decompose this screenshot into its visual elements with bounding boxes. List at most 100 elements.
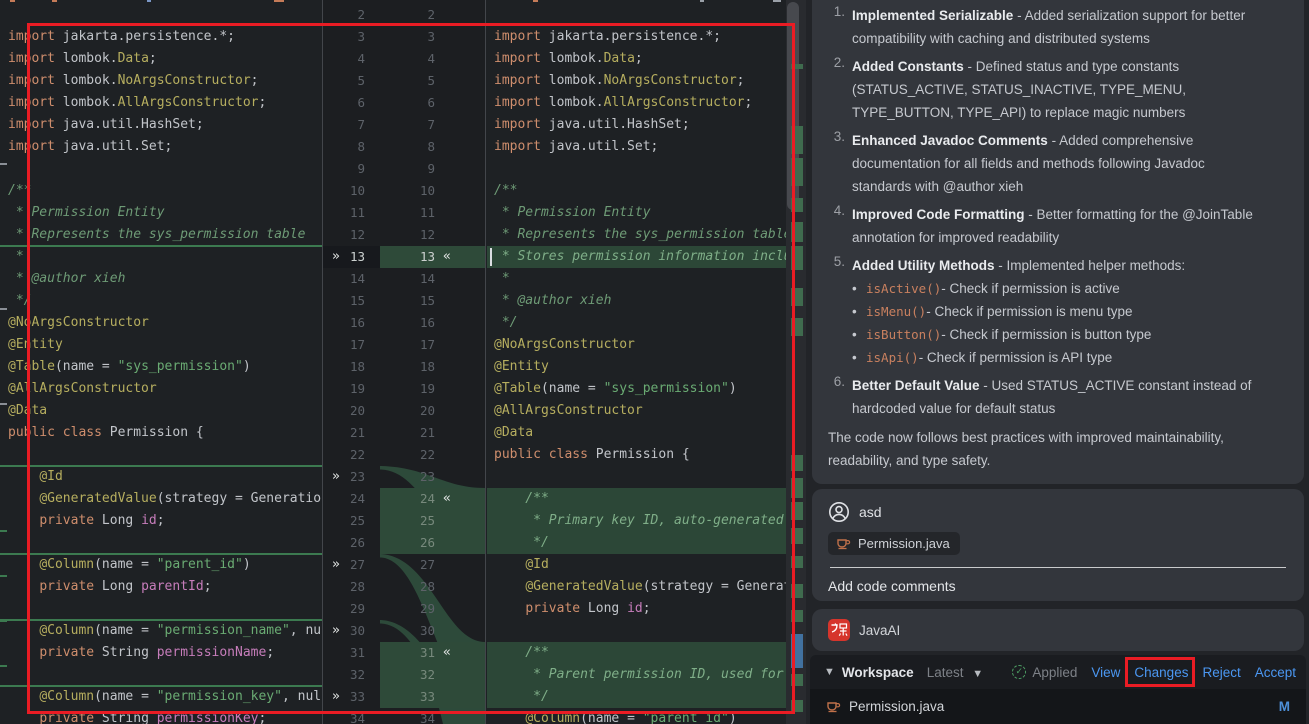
code-line: import java.util.Set; <box>487 136 786 158</box>
line-number-right: 30 <box>420 620 435 642</box>
expand-right-icon[interactable]: » <box>332 620 338 642</box>
code-line: private String permissionKey; <box>0 708 322 724</box>
line-number-right: 19 <box>420 378 435 400</box>
gutter-row: 77 <box>323 114 485 136</box>
code-line: @Id <box>0 466 322 488</box>
changes-link[interactable]: Changes <box>1134 665 1188 680</box>
line-number-right: 2 <box>427 4 435 26</box>
accept-button[interactable]: Accept <box>1255 665 1296 680</box>
code-line: public class Permission { <box>487 444 786 466</box>
diff-left-pane[interactable]: import jakarta.persistence.*;import lomb… <box>0 0 322 724</box>
gutter-row: 28 28 <box>323 576 485 598</box>
line-number-right: 7 <box>427 114 435 136</box>
line-number-right: 29 <box>420 598 435 620</box>
version-dropdown[interactable]: Latest ▼ <box>927 665 983 680</box>
line-number-right: 8 <box>427 136 435 158</box>
code-line: */ <box>487 532 786 554</box>
line-number-right: 34 <box>420 708 435 724</box>
code-line: import java.util.Set; <box>0 136 322 158</box>
line-number-left: 27 <box>350 554 365 576</box>
gutter-row: 2121 <box>323 422 485 444</box>
bullet-dot: • <box>852 323 866 346</box>
code-line: * Represents the sys_permission table <box>0 224 322 246</box>
code-line: @GeneratedValue(strategy = GenerationTyp… <box>0 488 322 510</box>
code-line: /** <box>487 642 786 664</box>
code-line: import jakarta.persistence.*; <box>487 26 786 48</box>
code-line: @GeneratedValue(strategy = GenerationTyp… <box>487 576 786 598</box>
workspace-section: ▼ Workspace Latest ▼ ✓ Applied View Chan… <box>810 655 1306 724</box>
line-number-right: 31 <box>420 642 435 664</box>
item-bullet: •isApi() - Check if permission is API ty… <box>852 346 1264 369</box>
item-number: 5. <box>828 254 845 369</box>
code-line: @AllArgsConstructor <box>487 400 786 422</box>
diff-editor: import jakarta.persistence.*; import lomb… <box>0 0 806 724</box>
gutter-row: 2626 <box>323 532 485 554</box>
code-line: import lombok.Data; <box>0 48 322 70</box>
expand-right-icon[interactable]: » <box>332 466 338 488</box>
code-line: * Permission Entity <box>0 202 322 224</box>
collapse-left-icon[interactable]: « <box>443 246 449 268</box>
line-number-right: 32 <box>420 664 435 686</box>
expand-right-icon[interactable]: » <box>332 554 338 576</box>
overview-ruler <box>786 0 806 724</box>
summary-item: 5.Added Utility Methods - Implemented he… <box>828 254 1284 369</box>
minimap-change-mark <box>791 126 803 154</box>
code-line: * Stores permission information includin… <box>487 246 786 268</box>
code-line: @AllArgsConstructor <box>0 378 322 400</box>
bullet-dot: • <box>852 346 866 369</box>
collapse-left-icon[interactable]: « <box>443 642 449 664</box>
item-text: Enhanced Javadoc Comments - Added compre… <box>852 129 1264 198</box>
line-number-left: 25 <box>350 510 365 532</box>
chevron-down-icon: ▼ <box>972 668 983 680</box>
gutter-row: 33 <box>323 26 485 48</box>
code-line: @Column(name = "parent_id") <box>0 554 322 576</box>
collapse-left-icon[interactable]: « <box>443 488 449 510</box>
line-number-left: 19 <box>350 378 365 400</box>
reject-button[interactable]: Reject <box>1202 665 1240 680</box>
minimap-change-mark <box>791 318 803 336</box>
workspace-title: Workspace <box>842 665 914 680</box>
code-line: */ <box>487 312 786 334</box>
applied-status: ✓ Applied <box>1012 665 1077 680</box>
line-number-left: 22 <box>350 444 365 466</box>
line-number-right: 9 <box>427 158 435 180</box>
minimap-change-mark <box>791 455 803 471</box>
expand-right-icon[interactable]: » <box>332 246 338 268</box>
summary-item: 4.Improved Code Formatting - Better form… <box>828 203 1284 249</box>
workspace-file-row[interactable]: Permission.java M <box>810 689 1306 724</box>
line-number-right: 15 <box>420 290 435 312</box>
code-line: @Table(name = "sys_permission") <box>487 378 786 400</box>
diff-right-pane[interactable]: import jakarta.persistence.*;import lomb… <box>487 0 786 724</box>
gutter-edge-mark <box>0 530 7 532</box>
user-name: asd <box>859 504 882 520</box>
line-number-right: 28 <box>420 576 435 598</box>
code-line <box>487 620 786 642</box>
java-file-icon <box>836 536 851 551</box>
line-number-left: 11 <box>350 202 365 224</box>
gutter-row: » 33 33 <box>323 686 485 708</box>
line-number-left: 28 <box>350 576 365 598</box>
expand-right-icon[interactable]: » <box>332 686 338 708</box>
user-row: asd <box>828 501 1288 523</box>
agent-name: JavaAI <box>859 623 900 638</box>
line-number-right: 33 <box>420 686 435 708</box>
divider <box>830 567 1286 568</box>
code-line: public class Permission { <box>0 422 322 444</box>
attached-file-chip[interactable]: Permission.java <box>828 532 960 555</box>
view-link[interactable]: View <box>1091 665 1120 680</box>
gutter-row: 1010 <box>323 180 485 202</box>
clipped-code-fragment <box>274 0 284 2</box>
code-line: @Data <box>0 400 322 422</box>
code-line <box>487 466 786 488</box>
gutter-row: 2222 <box>323 444 485 466</box>
gutter-row: 1111 <box>323 202 485 224</box>
line-number-right: 18 <box>420 356 435 378</box>
chevron-down-icon[interactable]: ▼ <box>824 666 835 678</box>
line-number-left: 33 <box>350 686 365 708</box>
code-line: @Table(name = "sys_permission") <box>0 356 322 378</box>
gutter-row: 2525 <box>323 510 485 532</box>
line-number-left: 29 <box>350 598 365 620</box>
gutter-row: 55 <box>323 70 485 92</box>
gutter-row: 1717 <box>323 334 485 356</box>
item-text: Improved Code Formatting - Better format… <box>852 203 1264 249</box>
